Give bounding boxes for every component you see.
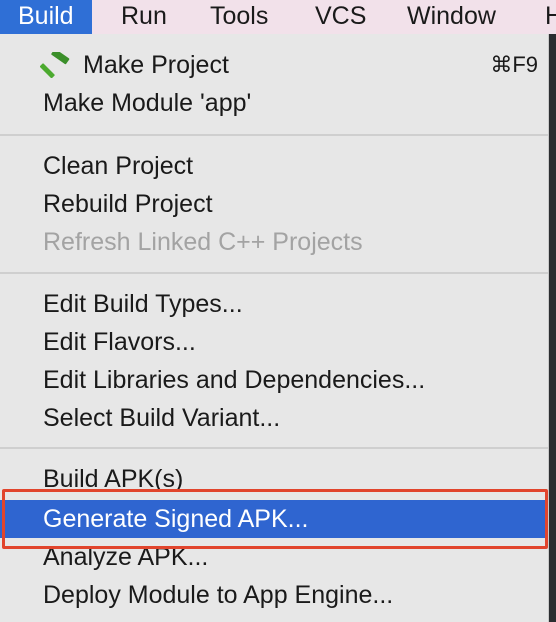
- menu-item-rebuild-project[interactable]: Rebuild Project: [0, 185, 548, 223]
- menu-item-refresh-linked-cpp: Refresh Linked C++ Projects: [0, 223, 548, 261]
- menu-help[interactable]: H: [545, 0, 556, 34]
- menu-bar: Build Run Tools VCS Window H: [0, 0, 556, 34]
- menu-item-label: Make Module 'app': [43, 89, 252, 117]
- menu-item-label: Rebuild Project: [43, 190, 213, 218]
- menu-item-label: Edit Build Types...: [43, 290, 243, 318]
- editor-background: [548, 34, 556, 622]
- menu-item-label: Edit Flavors...: [43, 328, 196, 356]
- highlight-annotation-box: [2, 489, 548, 549]
- menu-run[interactable]: Run: [121, 0, 167, 34]
- menu-item-label: Deploy Module to App Engine...: [43, 581, 394, 609]
- ide-screen: Build Run Tools VCS Window H Make Projec…: [0, 0, 556, 622]
- menu-separator: [0, 134, 548, 136]
- menu-separator: [0, 447, 548, 449]
- menu-item-clean-project[interactable]: Clean Project: [0, 147, 548, 185]
- menu-vcs[interactable]: VCS: [315, 0, 366, 34]
- menu-item-label: Make Project: [83, 51, 229, 79]
- menu-tools[interactable]: Tools: [210, 0, 268, 34]
- menu-item-edit-libraries[interactable]: Edit Libraries and Dependencies...: [0, 361, 548, 399]
- menu-build[interactable]: Build: [0, 0, 92, 34]
- menu-item-deploy-module[interactable]: Deploy Module to App Engine...: [0, 576, 548, 614]
- menu-separator: [0, 272, 548, 274]
- menu-item-edit-build-types[interactable]: Edit Build Types...: [0, 285, 548, 323]
- menu-item-label: Clean Project: [43, 152, 194, 180]
- menu-item-edit-flavors[interactable]: Edit Flavors...: [0, 323, 548, 361]
- menu-item-label: Edit Libraries and Dependencies...: [43, 366, 426, 394]
- menu-item-select-build-variant[interactable]: Select Build Variant...: [0, 399, 548, 437]
- shortcut-label: ⌘F9: [490, 52, 538, 77]
- menu-item-label: Select Build Variant...: [43, 404, 281, 432]
- hammer-icon: [40, 52, 70, 78]
- menu-item-label: Refresh Linked C++ Projects: [43, 228, 363, 256]
- menu-item-make-project[interactable]: Make Project ⌘F9: [0, 46, 548, 84]
- menu-item-make-module[interactable]: Make Module 'app': [0, 84, 548, 122]
- menu-window[interactable]: Window: [407, 0, 496, 34]
